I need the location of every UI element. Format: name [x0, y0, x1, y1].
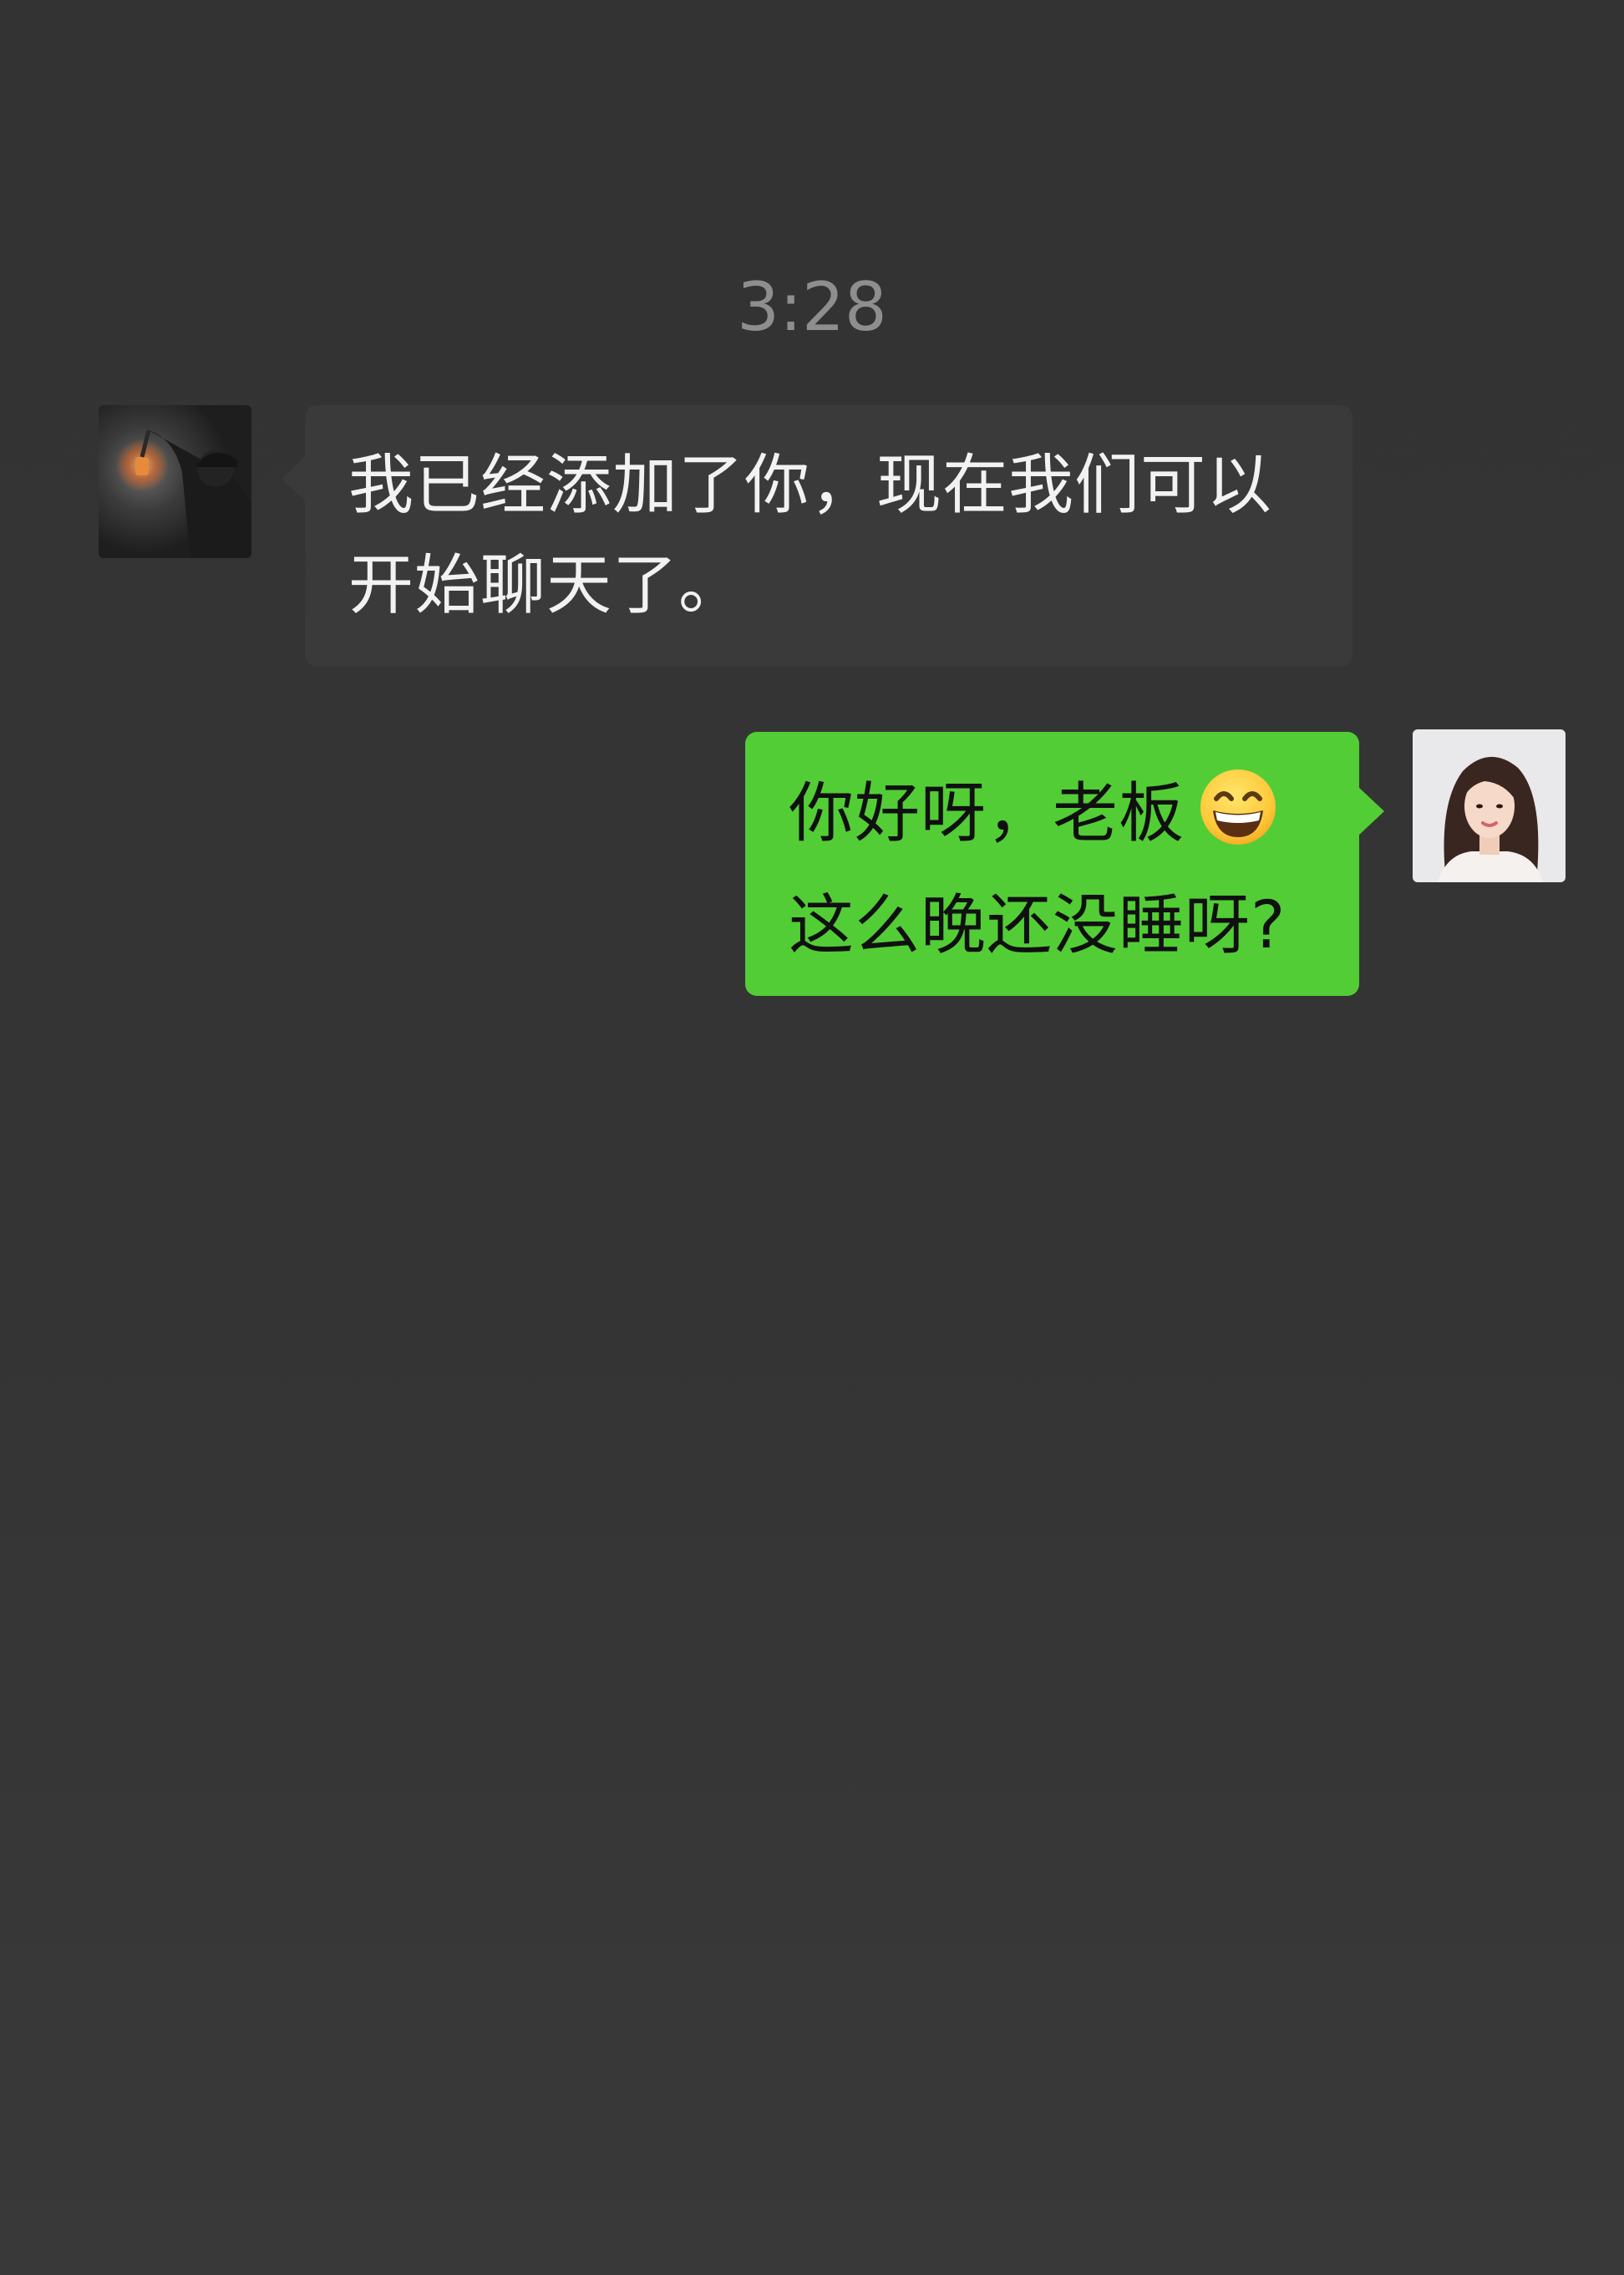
message-text-line: 开始聊天了。: [348, 548, 745, 623]
message-text-line: 你好呀，老板: [789, 776, 1185, 851]
bubble-tail: [1358, 786, 1384, 836]
my-avatar[interactable]: [1413, 729, 1566, 882]
chat-area[interactable]: 3:28 我已经添加了你，现在我们可以 开始聊天了。 你好呀，老板 这么晚还没睡…: [0, 0, 1624, 2275]
man-with-lantern-avatar: [99, 405, 251, 558]
grinning-face-emoji-icon: [1198, 767, 1278, 876]
outgoing-message-bubble[interactable]: 你好呀，老板 这么晚还没睡呀?: [745, 732, 1384, 996]
contact-avatar[interactable]: [99, 405, 251, 558]
message-text-line: 我已经添加了你，现在我们可以: [348, 448, 1273, 523]
incoming-message-bubble[interactable]: 我已经添加了你，现在我们可以 开始聊天了。: [282, 405, 1352, 667]
message-text-line: 这么晚还没睡呀?: [789, 888, 1287, 963]
bubble-tail: [282, 455, 307, 502]
woman-portrait-avatar: [1413, 729, 1566, 882]
message-timestamp: 3:28: [737, 268, 887, 346]
